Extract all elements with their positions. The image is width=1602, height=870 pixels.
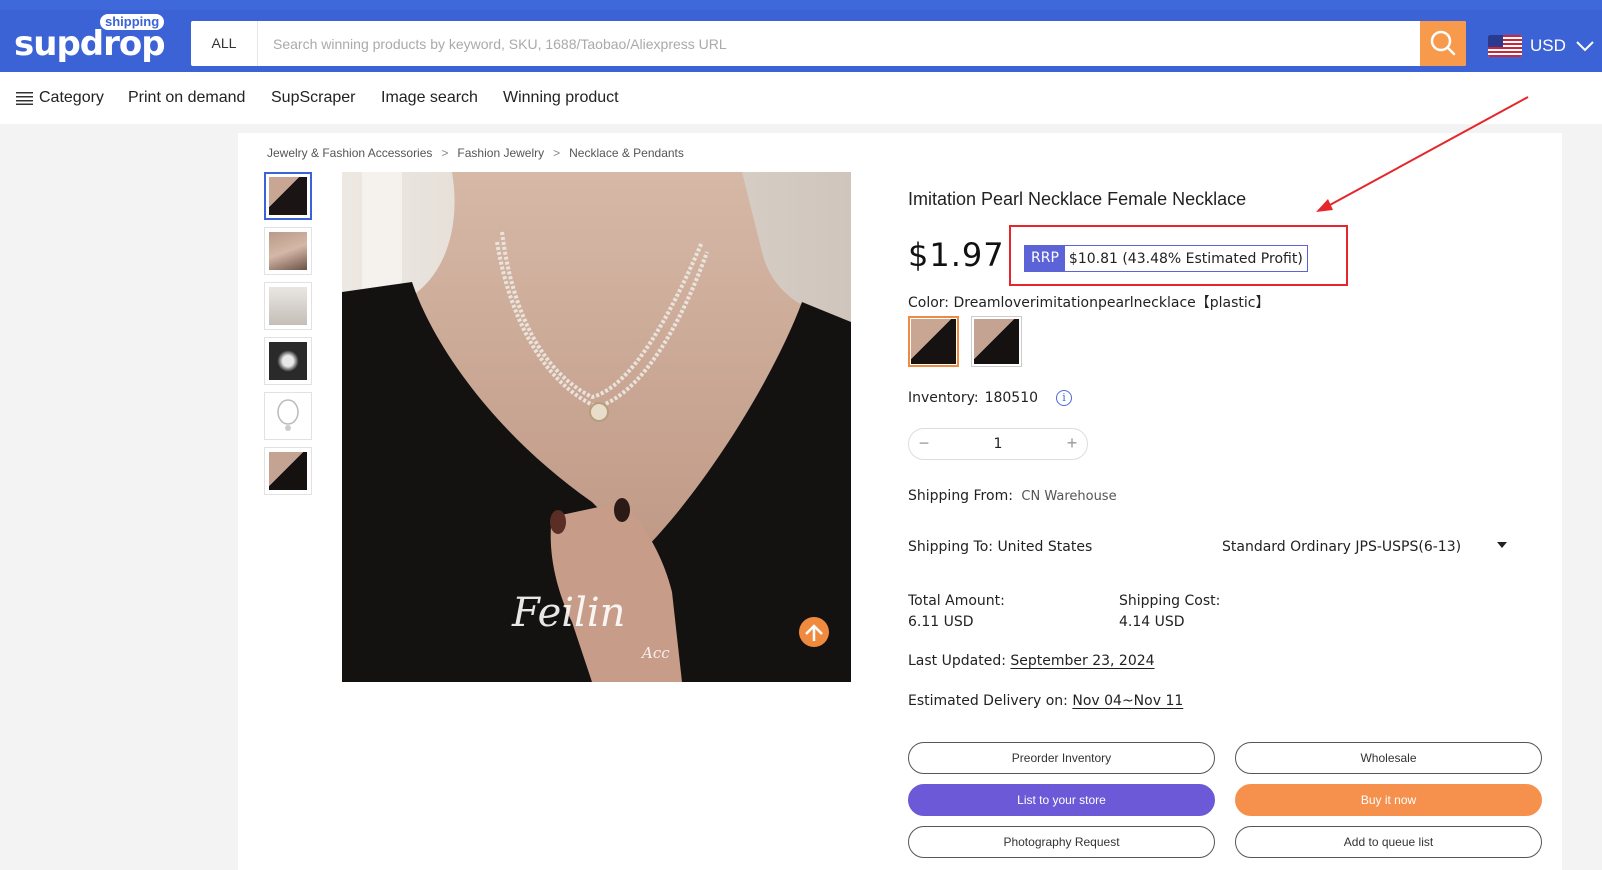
thumbnail[interactable] (264, 282, 312, 330)
search-button[interactable] (1420, 21, 1466, 66)
search-icon (1430, 30, 1456, 56)
shipping-from-value: CN Warehouse (1021, 489, 1117, 504)
shipping-to-row[interactable]: Shipping To: United States (908, 539, 1092, 555)
buy-now-button[interactable]: Buy it now (1235, 784, 1542, 816)
shipping-from-row: Shipping From: CN Warehouse (908, 488, 1117, 504)
list-to-store-button[interactable]: List to your store (908, 784, 1215, 816)
rrp-badge: RRP $10.81 (43.48% Estimated Profit) (1024, 245, 1308, 272)
shipping-from-label: Shipping From: (908, 488, 1013, 504)
last-updated-row: Last Updated: September 23, 2024 (908, 653, 1155, 669)
product-main-image[interactable]: Feilin Acc (342, 172, 851, 682)
logo-wordmark: supdrop (14, 24, 166, 64)
total-amount-value: 6.11 USD (908, 614, 974, 630)
quantity-value[interactable]: 1 (939, 436, 1057, 452)
color-swatch[interactable] (908, 316, 959, 367)
nav-print-on-demand[interactable]: Print on demand (128, 89, 245, 107)
thumbnail[interactable] (264, 392, 312, 440)
image-watermark-sub: Acc (642, 644, 670, 662)
quantity-stepper: − 1 + (908, 428, 1088, 460)
rrp-label: RRP (1025, 246, 1065, 271)
shipping-cost-label: Shipping Cost: (1119, 593, 1221, 609)
shipping-cost-value: 4.14 USD (1119, 614, 1185, 630)
top-header: supdrop shipping ALL USD (0, 0, 1602, 72)
color-value: Dreamloverimitationpearlnecklace【plastic… (953, 295, 1270, 311)
nav-category[interactable]: Category (16, 89, 104, 107)
wholesale-button[interactable]: Wholesale (1235, 742, 1542, 774)
add-to-queue-button[interactable]: Add to queue list (1235, 826, 1542, 858)
breadcrumb-item[interactable]: Jewelry & Fashion Accessories (267, 146, 432, 160)
color-swatch[interactable] (971, 316, 1022, 367)
thumbnail[interactable] (264, 172, 312, 220)
dropdown-caret-icon[interactable] (1497, 542, 1507, 548)
delivery-value: Nov 04~Nov 11 (1072, 693, 1184, 709)
chevron-down-icon (1576, 41, 1594, 52)
preorder-inventory-button[interactable]: Preorder Inventory (908, 742, 1215, 774)
product-title: Imitation Pearl Necklace Female Necklace (908, 189, 1247, 209)
nav-image-search[interactable]: Image search (381, 89, 478, 107)
nav-category-label: Category (39, 89, 104, 106)
currency-selector[interactable]: USD (1488, 32, 1596, 60)
supdrop-logo[interactable]: supdrop shipping (14, 14, 166, 66)
inventory-row: Inventory: 180510 i (908, 390, 1073, 406)
search-input[interactable] (273, 21, 1373, 66)
shipping-to-value: United States (997, 539, 1093, 555)
thumbnail-list (264, 172, 314, 502)
last-updated-label: Last Updated: (908, 653, 1006, 669)
inventory-label: Inventory: (908, 390, 979, 406)
breadcrumb: Jewelry & Fashion Accessories > Fashion … (267, 146, 684, 160)
rrp-value: $10.81 (43.48% Estimated Profit) (1068, 250, 1303, 267)
image-watermark: Feilin (512, 590, 626, 636)
us-flag-icon (1488, 35, 1522, 57)
photography-request-button[interactable]: Photography Request (908, 826, 1215, 858)
last-updated-value: September 23, 2024 (1010, 653, 1155, 669)
logo-tag: shipping (100, 14, 165, 30)
color-swatches (908, 316, 1022, 367)
info-icon[interactable]: i (1056, 390, 1073, 406)
increment-button[interactable]: + (1057, 429, 1087, 459)
decrement-button[interactable]: − (909, 429, 939, 459)
delivery-label: Estimated Delivery on: (908, 693, 1068, 709)
shipping-method-select[interactable]: Standard Ordinary JPS-USPS(6-13) (1222, 539, 1461, 555)
delivery-row: Estimated Delivery on: Nov 04~Nov 11 (908, 693, 1183, 709)
nav-winning-product[interactable]: Winning product (503, 89, 619, 107)
breadcrumb-item[interactable]: Necklace & Pendants (569, 146, 684, 160)
total-amount-label: Total Amount: (908, 593, 1005, 609)
chevron-right-icon: > (553, 146, 561, 160)
thumbnail[interactable] (264, 337, 312, 385)
inventory-value: 180510 (984, 390, 1039, 406)
search-scope-select[interactable]: ALL (191, 21, 258, 66)
breadcrumb-item[interactable]: Fashion Jewelry (457, 146, 544, 160)
currency-label: USD (1530, 36, 1566, 55)
menu-icon (16, 92, 33, 105)
shipping-to-label: Shipping To: (908, 539, 993, 555)
chevron-right-icon: > (441, 146, 449, 160)
nav-supscraper[interactable]: SupScraper (271, 89, 356, 107)
color-label: Color: (908, 295, 950, 311)
thumbnail[interactable] (264, 447, 312, 495)
product-price: $1.97 (908, 236, 1005, 274)
thumbnail[interactable] (264, 227, 312, 275)
main-nav: Category Print on demand SupScraper Imag… (0, 72, 1602, 124)
color-row: Color: Dreamloverimitationpearlnecklace【… (908, 292, 1269, 312)
search-bar: ALL (191, 21, 1466, 66)
